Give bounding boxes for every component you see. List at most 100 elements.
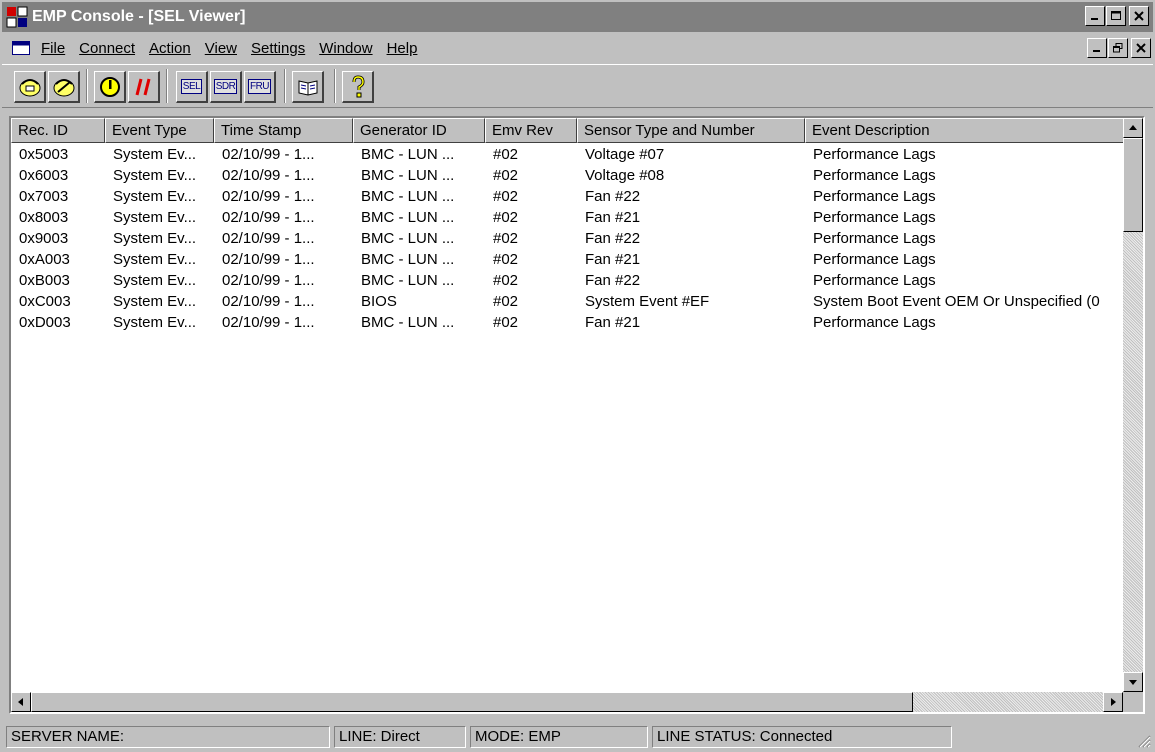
cell-event-description: Performance Lags xyxy=(813,188,936,205)
maximize-button[interactable] xyxy=(1106,6,1126,26)
menu-connect[interactable]: Connect xyxy=(72,40,142,57)
column-header-emv-rev[interactable]: Emv Rev xyxy=(485,118,577,143)
menu-bar: File Connect Action View Settings Window… xyxy=(2,34,1153,62)
menu-window[interactable]: Window xyxy=(312,40,379,57)
cell-generator-id: BMC - LUN ... xyxy=(361,314,455,331)
cell-time-stamp: 02/10/99 - 1... xyxy=(222,251,315,268)
close-button[interactable] xyxy=(1129,6,1149,26)
scroll-down-button[interactable] xyxy=(1123,672,1143,692)
table-row[interactable]: 0x7003 System Ev... 02/10/99 - 1... BMC - L… xyxy=(11,186,1127,207)
reset-button[interactable] xyxy=(128,71,160,103)
close-icon xyxy=(1134,11,1144,21)
table-row[interactable]: 0x6003 System Ev... 02/10/99 - 1... BMC - L… xyxy=(11,165,1127,186)
vertical-scroll-thumb[interactable] xyxy=(1123,138,1143,232)
menu-help[interactable]: Help xyxy=(380,40,425,57)
cell-time-stamp: 02/10/99 - 1... xyxy=(222,146,315,163)
cell-generator-id: BMC - LUN ... xyxy=(361,167,455,184)
sel-viewer-button[interactable]: SEL xyxy=(176,71,208,103)
scroll-right-button[interactable] xyxy=(1103,692,1123,712)
menu-action[interactable]: Action xyxy=(142,40,198,57)
cell-emv-rev: #02 xyxy=(493,230,519,247)
cell-event-description: Performance Lags xyxy=(813,230,936,247)
sel-label: SEL xyxy=(180,79,203,94)
toolbar-help-group xyxy=(342,71,374,103)
fru-viewer-button[interactable]: FRU xyxy=(244,71,276,103)
child-minimize-button[interactable] xyxy=(1087,38,1107,58)
cell-event-type: System Ev... xyxy=(113,251,197,268)
column-header-event-type[interactable]: Event Type xyxy=(105,118,214,143)
list-header: Rec. ID Event Type Time Stamp Generator … xyxy=(11,118,1127,143)
cell-emv-rev: #02 xyxy=(493,251,519,268)
help-question-icon xyxy=(352,74,365,97)
cell-event-type: System Ev... xyxy=(113,209,197,226)
horizontal-scrollbar[interactable] xyxy=(11,692,1123,712)
cell-rec-id: 0x7003 xyxy=(19,188,69,205)
phonebook-button[interactable] xyxy=(292,71,324,103)
cell-rec-id: 0xD003 xyxy=(19,314,71,331)
cell-generator-id: BMC - LUN ... xyxy=(361,251,455,268)
status-line-status: LINE STATUS: Connected xyxy=(652,726,952,748)
cell-event-type: System Ev... xyxy=(113,188,197,205)
cell-emv-rev: #02 xyxy=(493,146,519,163)
horizontal-scroll-thumb[interactable] xyxy=(31,692,913,712)
emp-console-window: EMP Console - [SEL Viewer] File Connect … xyxy=(0,0,1155,752)
scroll-left-button[interactable] xyxy=(11,692,31,712)
cell-emv-rev: #02 xyxy=(493,293,519,310)
scroll-up-button[interactable] xyxy=(1123,118,1143,138)
table-row[interactable]: 0x9003 System Ev... 02/10/99 - 1... BMC - L… xyxy=(11,228,1127,249)
power-button[interactable] xyxy=(94,71,126,103)
table-row[interactable]: 0xA003 System Ev... 02/10/99 - 1... BMC - L… xyxy=(11,249,1127,270)
table-row[interactable]: 0x5003 System Ev... 02/10/99 - 1... BMC - L… xyxy=(11,144,1127,165)
column-header-generator-id[interactable]: Generator ID xyxy=(353,118,485,143)
document-window-icon[interactable] xyxy=(12,41,30,55)
emp-app-icon[interactable] xyxy=(6,6,28,28)
disconnect-phone-button[interactable] xyxy=(48,71,80,103)
cell-sensor-type: Fan #21 xyxy=(585,209,641,226)
sel-event-list[interactable]: Rec. ID Event Type Time Stamp Generator … xyxy=(9,116,1145,714)
connect-phone-button[interactable] xyxy=(14,71,46,103)
child-close-button[interactable] xyxy=(1131,38,1151,58)
cell-event-type: System Ev... xyxy=(113,272,197,289)
cell-generator-id: BMC - LUN ... xyxy=(361,272,455,289)
minimize-button[interactable] xyxy=(1085,6,1105,26)
menu-settings[interactable]: Settings xyxy=(244,40,312,57)
table-row[interactable]: 0xD003 System Ev... 02/10/99 - 1... BMC - L… xyxy=(11,312,1127,333)
cell-event-type: System Ev... xyxy=(113,314,197,331)
resize-grip-icon[interactable] xyxy=(1135,732,1151,748)
cell-event-description: Performance Lags xyxy=(813,272,936,289)
cell-event-description: Performance Lags xyxy=(813,167,936,184)
column-header-rec-id[interactable]: Rec. ID xyxy=(11,118,105,143)
window-controls xyxy=(1084,6,1149,26)
cell-event-description: Performance Lags xyxy=(813,314,936,331)
cell-emv-rev: #02 xyxy=(493,209,519,226)
cell-event-type: System Ev... xyxy=(113,293,197,310)
cell-rec-id: 0x5003 xyxy=(19,146,69,163)
toolbar-connect-group xyxy=(14,71,80,103)
menu-file[interactable]: File xyxy=(34,40,72,57)
cell-event-type: System Ev... xyxy=(113,167,197,184)
power-icon xyxy=(99,76,120,97)
minimize-icon xyxy=(1091,18,1098,20)
cell-sensor-type: Fan #22 xyxy=(585,272,641,289)
sdr-viewer-button[interactable]: SDR xyxy=(210,71,242,103)
column-header-time-stamp[interactable]: Time Stamp xyxy=(214,118,353,143)
column-header-event-description[interactable]: Event Description xyxy=(805,118,1127,143)
child-restore-button[interactable] xyxy=(1108,38,1128,58)
column-header-sensor-type[interactable]: Sensor Type and Number xyxy=(577,118,805,143)
help-button[interactable] xyxy=(342,71,374,103)
table-row[interactable]: 0xC003 System Ev... 02/10/99 - 1... BIOS #02… xyxy=(11,291,1127,312)
arrow-left-icon xyxy=(18,698,23,706)
menu-view[interactable]: View xyxy=(198,40,244,57)
status-bar: SERVER NAME: LINE: Direct MODE: EMP LINE… xyxy=(2,724,1153,750)
arrow-down-icon xyxy=(1129,680,1137,685)
vertical-scrollbar[interactable] xyxy=(1123,118,1143,692)
restore-icon xyxy=(1113,43,1123,53)
cell-emv-rev: #02 xyxy=(493,188,519,205)
title-bar[interactable]: EMP Console - [SEL Viewer] xyxy=(2,2,1153,32)
toolbar-book-group xyxy=(292,71,324,103)
book-icon xyxy=(298,79,317,96)
table-row[interactable]: 0xB003 System Ev... 02/10/99 - 1... BMC - L… xyxy=(11,270,1127,291)
table-row[interactable]: 0x8003 System Ev... 02/10/99 - 1... BMC - L… xyxy=(11,207,1127,228)
cell-rec-id: 0x6003 xyxy=(19,167,69,184)
cell-event-description: Performance Lags xyxy=(813,209,936,226)
